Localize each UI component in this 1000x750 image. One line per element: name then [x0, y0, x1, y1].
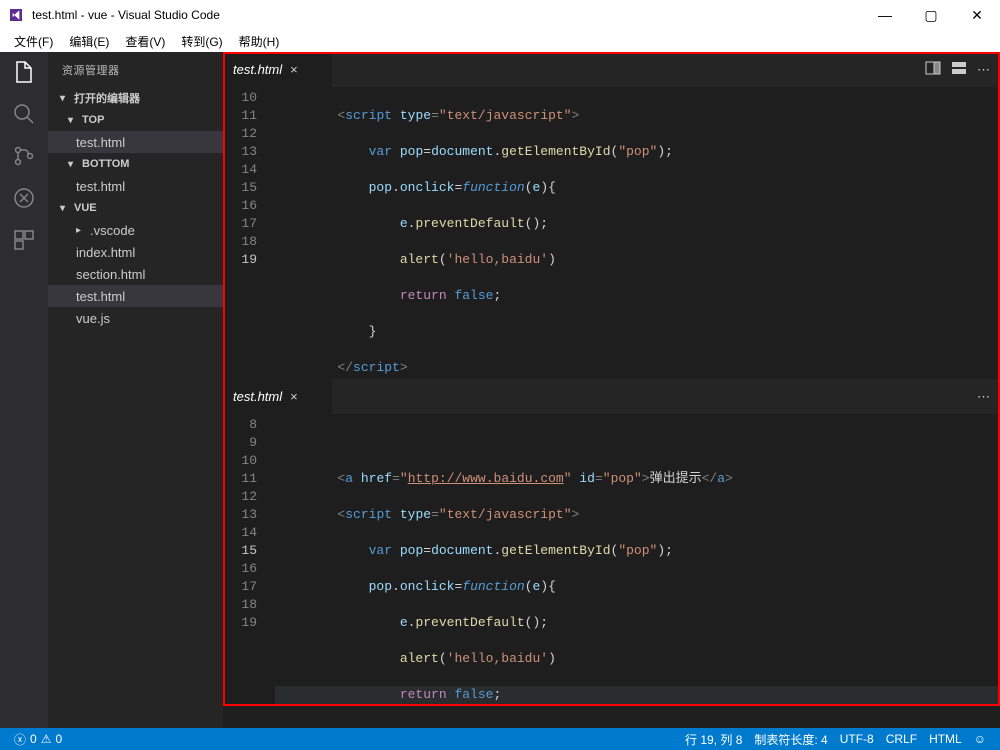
tab-bar-top: test.html × ⋯: [223, 52, 1000, 87]
close-button[interactable]: ✕: [954, 0, 1000, 30]
editor-pane-top: test.html × ⋯ 10111213141516171819 <scri…: [223, 52, 1000, 379]
menu-help[interactable]: 帮助(H): [233, 31, 286, 52]
warning-icon: ⚠: [41, 732, 52, 746]
section-bottom[interactable]: ▾BOTTOM: [48, 153, 223, 175]
status-bar: ⓧ0 ⚠0 行 19, 列 8 制表符长度: 4 UTF-8 CRLF HTML…: [0, 728, 1000, 750]
search-icon[interactable]: [12, 102, 36, 126]
code-content-top: <script type="text/javascript"> var pop=…: [275, 87, 1000, 379]
code-editor-top[interactable]: 10111213141516171819 <script type="text/…: [223, 87, 1000, 379]
error-icon: ⓧ: [14, 731, 26, 748]
source-control-icon[interactable]: [12, 144, 36, 168]
section-vue[interactable]: ▾VUE: [48, 197, 223, 219]
window-controls: — ▢ ✕: [862, 0, 1000, 30]
folder-vscode[interactable]: ▸.vscode: [48, 219, 223, 241]
split-editor-icon[interactable]: [925, 60, 941, 79]
status-encoding[interactable]: UTF-8: [834, 732, 880, 746]
close-tab-icon[interactable]: ×: [290, 62, 298, 77]
editor-pane-bottom: test.html × ⋯ 8910111213141516171819 <a …: [223, 379, 1000, 706]
section-top[interactable]: ▾TOP: [48, 109, 223, 131]
tab-bar-bottom: test.html × ⋯: [223, 379, 1000, 414]
minimize-button[interactable]: —: [862, 0, 908, 30]
vscode-logo-icon: [8, 7, 24, 23]
tab-actions-top: ⋯: [915, 52, 1000, 87]
status-eol[interactable]: CRLF: [880, 732, 923, 746]
file-tree: ▾打开的编辑器 ▾TOP test.html ▾BOTTOM test.html…: [48, 87, 223, 728]
chevron-down-icon: ▾: [60, 93, 72, 104]
menu-bar: 文件(F) 编辑(E) 查看(V) 转到(G) 帮助(H): [0, 30, 1000, 52]
window-title: test.html - vue - Visual Studio Code: [32, 8, 862, 22]
status-tab-size[interactable]: 制表符长度: 4: [748, 731, 833, 748]
tab-test-html-bottom[interactable]: test.html ×: [223, 379, 333, 414]
status-line-col[interactable]: 行 19, 列 8: [679, 731, 748, 748]
line-gutter-top: 10111213141516171819: [223, 87, 275, 379]
status-problems[interactable]: ⓧ0 ⚠0: [8, 731, 68, 748]
close-tab-icon[interactable]: ×: [290, 389, 298, 404]
activity-bar: [0, 52, 48, 728]
editor-area: test.html × ⋯ 10111213141516171819 <scri…: [223, 52, 1000, 728]
line-gutter-bottom: 8910111213141516171819: [223, 414, 275, 706]
file-section-html[interactable]: section.html: [48, 263, 223, 285]
tab-test-html-top[interactable]: test.html ×: [223, 52, 333, 87]
chevron-down-icon: ▾: [60, 203, 72, 214]
file-test-html-bottom[interactable]: test.html: [48, 175, 223, 197]
section-open-editors[interactable]: ▾打开的编辑器: [48, 87, 223, 109]
explorer-icon[interactable]: [12, 60, 36, 84]
extensions-icon[interactable]: [12, 228, 36, 252]
code-editor-bottom[interactable]: 8910111213141516171819 <a href="http://w…: [223, 414, 1000, 706]
sidebar-header: 资源管理器: [48, 52, 223, 87]
menu-file[interactable]: 文件(F): [8, 31, 59, 52]
file-index-html[interactable]: index.html: [48, 241, 223, 263]
feedback-icon[interactable]: ☺: [968, 732, 992, 746]
menu-edit[interactable]: 编辑(E): [63, 31, 115, 52]
maximize-button[interactable]: ▢: [908, 0, 954, 30]
explorer-sidebar: 资源管理器 ▾打开的编辑器 ▾TOP test.html ▾BOTTOM tes…: [48, 52, 223, 728]
more-actions-icon[interactable]: ⋯: [977, 389, 990, 405]
file-test-html[interactable]: test.html: [48, 285, 223, 307]
file-vue-js[interactable]: vue.js: [48, 307, 223, 329]
layout-icon[interactable]: [951, 60, 967, 79]
code-content-bottom: <a href="http://www.baidu.com" id="pop">…: [275, 414, 1000, 706]
title-bar: test.html - vue - Visual Studio Code — ▢…: [0, 0, 1000, 30]
chevron-down-icon: ▾: [68, 159, 80, 170]
chevron-right-icon: ▸: [76, 225, 88, 236]
more-actions-icon[interactable]: ⋯: [977, 62, 990, 78]
tab-label: test.html: [233, 62, 282, 77]
menu-goto[interactable]: 转到(G): [175, 31, 228, 52]
editor-bottom-gap: [223, 706, 1000, 728]
status-language[interactable]: HTML: [923, 732, 968, 746]
file-test-html-top[interactable]: test.html: [48, 131, 223, 153]
chevron-down-icon: ▾: [68, 115, 80, 126]
debug-icon[interactable]: [12, 186, 36, 210]
menu-view[interactable]: 查看(V): [119, 31, 171, 52]
tab-label: test.html: [233, 389, 282, 404]
tab-actions-bottom: ⋯: [967, 379, 1000, 414]
